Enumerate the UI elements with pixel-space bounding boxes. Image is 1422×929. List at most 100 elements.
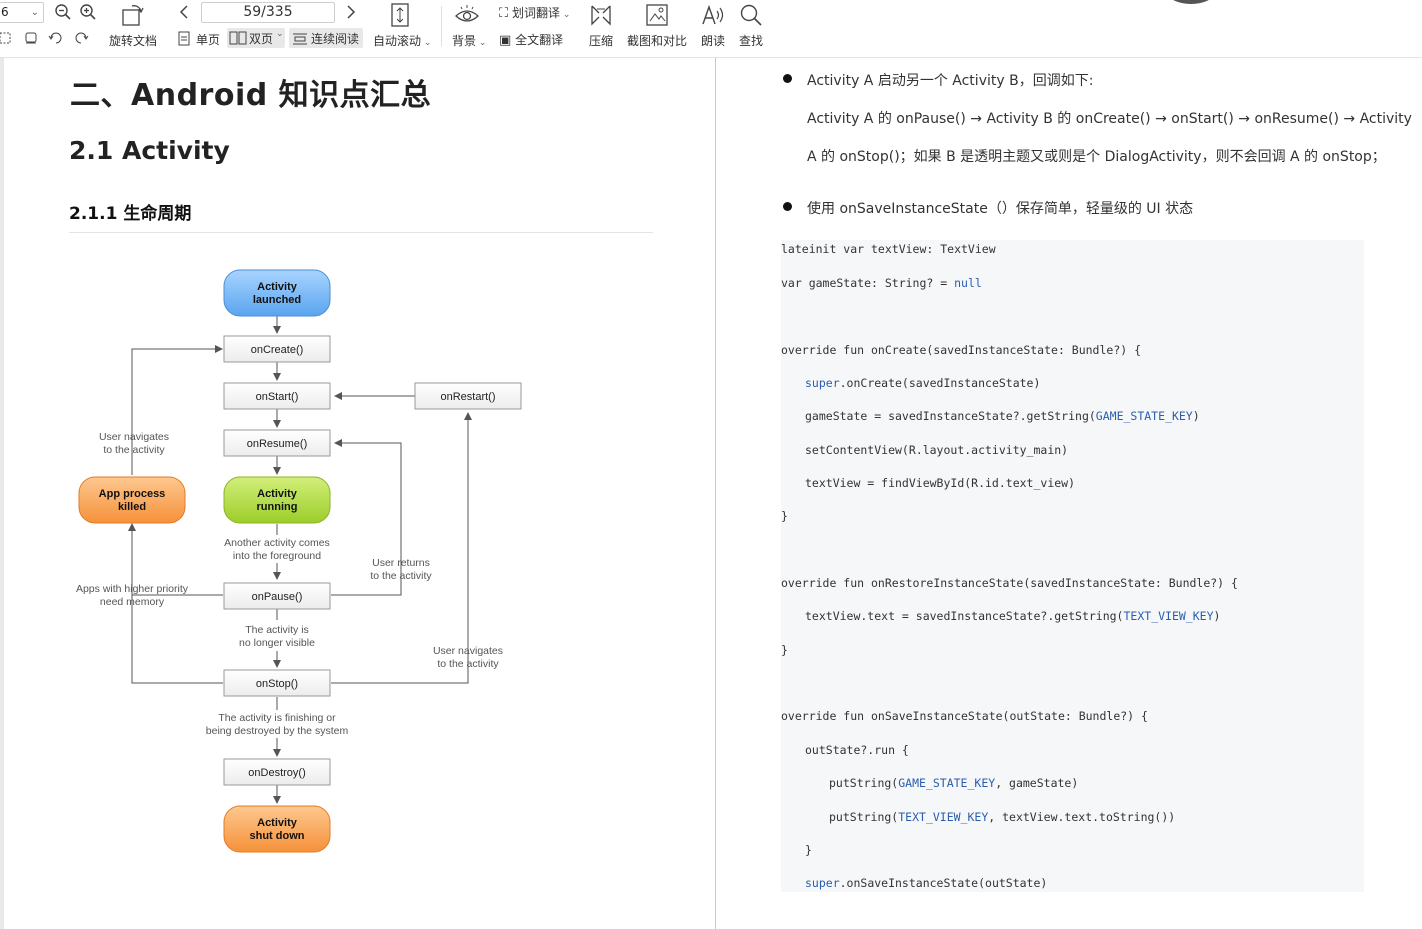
svg-text:onStart(): onStart() bbox=[256, 391, 299, 403]
svg-text:onCreate(): onCreate() bbox=[251, 344, 304, 356]
svg-text:App process: App process bbox=[99, 488, 166, 500]
node-ondestroy: onDestroy() bbox=[223, 758, 331, 786]
code-line: textView = findViewById(R.id.text_view) bbox=[805, 476, 1076, 490]
full-translate-label: 全文翻译 bbox=[515, 33, 564, 47]
label-user-navigates-2b: to the activity bbox=[437, 658, 499, 670]
bullet-dot bbox=[783, 74, 792, 83]
label-user-navigates-1a: User navigates bbox=[99, 431, 169, 443]
node-activity-shut-down: Activity shut down bbox=[223, 805, 331, 853]
rotate-document-button[interactable]: 旋转文档 bbox=[109, 32, 157, 49]
rotate-document-icon[interactable] bbox=[120, 2, 146, 28]
zoom-out-icon[interactable] bbox=[54, 3, 72, 21]
eye-icon bbox=[454, 4, 480, 26]
right-page[interactable]: Activity A 启动另一个 Activity B，回调如下: Activi… bbox=[717, 58, 1422, 929]
label-no-longer-visible-2: no longer visible bbox=[239, 637, 315, 649]
hand-tool-icon[interactable] bbox=[23, 31, 39, 45]
full-translate-button[interactable]: ▣ 全文翻译 bbox=[499, 31, 563, 48]
chevron-right-icon[interactable] bbox=[345, 4, 357, 20]
continuous-read-label: 连续阅读 bbox=[311, 32, 360, 46]
label-user-returns-1: User returns bbox=[372, 557, 430, 569]
callback-order-line-1: Activity A 的 onPause() → Activity B 的 on… bbox=[807, 111, 1412, 127]
auto-scroll-icon bbox=[390, 2, 412, 28]
code-block[interactable]: lateinit var textView: TextView var game… bbox=[781, 240, 1364, 892]
auto-scroll-label: 自动滚动 bbox=[373, 34, 422, 48]
chevron-down-icon: ⌄ bbox=[559, 10, 571, 20]
zoom-select[interactable]: 6 ⌄ bbox=[0, 2, 44, 23]
single-page-icon bbox=[177, 31, 191, 47]
chevron-down-icon: ⌄ bbox=[476, 38, 487, 48]
node-onstart: onStart() bbox=[223, 382, 331, 410]
label-another-activity-1: Another activity comes bbox=[224, 537, 330, 549]
chevron-down-icon: ⌄ bbox=[276, 29, 284, 39]
node-onpause: onPause() bbox=[223, 582, 331, 610]
code-line: putString(TEXT_VIEW_KEY, textView.text.t… bbox=[829, 810, 1176, 824]
code-line: override fun onRestoreInstanceState(save… bbox=[781, 576, 1238, 590]
code-line: override fun onCreate(savedInstanceState… bbox=[781, 343, 1142, 357]
left-page[interactable]: 二、Android 知识点汇总 2.1 Activity 2.1.1 生命周期 bbox=[4, 58, 716, 929]
zoom-in-icon[interactable] bbox=[79, 3, 97, 21]
compress-icon bbox=[589, 3, 613, 27]
page-number-input[interactable]: 59/335 bbox=[201, 2, 335, 23]
chevron-left-icon[interactable] bbox=[178, 4, 190, 20]
word-translate-button[interactable]: ⛶ 划词翻译 ⌄ bbox=[499, 4, 570, 21]
svg-text:onResume(): onResume() bbox=[247, 438, 308, 450]
code-line: textView.text = savedInstanceState?.getS… bbox=[805, 609, 1221, 623]
select-tool-icon[interactable] bbox=[0, 31, 12, 45]
background-button[interactable]: 背景 ⌄ bbox=[452, 32, 486, 49]
search-icon bbox=[739, 3, 763, 27]
avatar[interactable] bbox=[1168, 0, 1214, 4]
label-user-returns-2: to the activity bbox=[370, 570, 432, 582]
node-oncreate: onCreate() bbox=[223, 335, 331, 363]
label-higher-priority-1: Apps with higher priority bbox=[76, 583, 189, 595]
svg-text:Activity: Activity bbox=[257, 817, 298, 829]
rotate-right-icon[interactable] bbox=[73, 31, 89, 45]
bullet-activity-start: Activity A 启动另一个 Activity B，回调如下: bbox=[807, 73, 1094, 89]
double-page-icon bbox=[229, 31, 247, 50]
node-onresume: onResume() bbox=[223, 429, 331, 457]
svg-text:Activity: Activity bbox=[257, 488, 298, 500]
code-line: setContentView(R.layout.activity_main) bbox=[805, 443, 1069, 457]
node-activity-launched: Activity launched bbox=[223, 269, 331, 317]
compress-button[interactable]: 压缩 bbox=[589, 32, 613, 49]
toolbar: 6 ⌄ 旋转文档 59/335 单页 双页 ⌄ 连续阅读 自动滚动 ⌄ 背景 ⌄… bbox=[0, 0, 1422, 58]
code-line: super.onSaveInstanceState(outState) bbox=[805, 876, 1048, 890]
svg-text:onDestroy(): onDestroy() bbox=[248, 767, 305, 779]
label-another-activity-2: into the foreground bbox=[233, 550, 321, 562]
label-finishing-1: The activity is finishing or bbox=[218, 712, 336, 724]
double-page-button[interactable]: 双页 ⌄ bbox=[227, 28, 285, 48]
code-line: } bbox=[781, 509, 788, 523]
auto-scroll-button[interactable]: 自动滚动 ⌄ bbox=[373, 32, 431, 49]
code-line: } bbox=[805, 843, 812, 857]
code-line: super.onCreate(savedInstanceState) bbox=[805, 376, 1041, 390]
zoom-value: 6 bbox=[1, 5, 9, 19]
read-aloud-icon bbox=[700, 3, 726, 27]
code-line: override fun onSaveInstanceState(outStat… bbox=[781, 709, 1148, 723]
label-user-navigates-1b: to the activity bbox=[103, 444, 165, 456]
code-line: gameState = savedInstanceState?.getStrin… bbox=[805, 409, 1200, 423]
double-page-label: 双页 bbox=[249, 32, 274, 46]
label-no-longer-visible-1: The activity is bbox=[245, 624, 309, 636]
svg-text:running: running bbox=[257, 501, 298, 513]
callback-order-line-2: A 的 onStop()；如果 B 是透明主题又或则是个 DialogActiv… bbox=[807, 149, 1386, 165]
chevron-down-icon: ⌄ bbox=[30, 7, 39, 18]
svg-text:killed: killed bbox=[118, 501, 146, 513]
code-line: lateinit var textView: TextView bbox=[781, 242, 996, 256]
single-page-button[interactable]: 单页 bbox=[196, 31, 220, 48]
continuous-read-button[interactable]: 连续阅读 bbox=[289, 28, 363, 48]
svg-text:Activity: Activity bbox=[257, 281, 298, 293]
svg-text:onStop(): onStop() bbox=[256, 678, 298, 690]
svg-text:onPause(): onPause() bbox=[252, 591, 303, 603]
rotate-left-icon[interactable] bbox=[48, 31, 64, 45]
find-button[interactable]: 查找 bbox=[739, 32, 763, 49]
node-onstop: onStop() bbox=[223, 669, 331, 697]
label-user-navigates-2a: User navigates bbox=[433, 645, 503, 657]
activity-lifecycle-diagram: Activity launched onCreate() onStart() o… bbox=[76, 269, 522, 853]
screenshot-compare-button[interactable]: 截图和对比 bbox=[627, 32, 687, 49]
node-app-process-killed: App process killed bbox=[78, 476, 186, 524]
code-line: outState?.run { bbox=[805, 743, 909, 757]
label-finishing-2: being destroyed by the system bbox=[206, 725, 349, 737]
translate-icon: ⛶ bbox=[499, 6, 509, 21]
chevron-down-icon: ⌄ bbox=[421, 38, 432, 48]
bullet-save-instance-state: 使用 onSaveInstanceState（）保存简单，轻量级的 UI 状态 bbox=[807, 201, 1194, 217]
read-aloud-button[interactable]: 朗读 bbox=[701, 32, 725, 49]
